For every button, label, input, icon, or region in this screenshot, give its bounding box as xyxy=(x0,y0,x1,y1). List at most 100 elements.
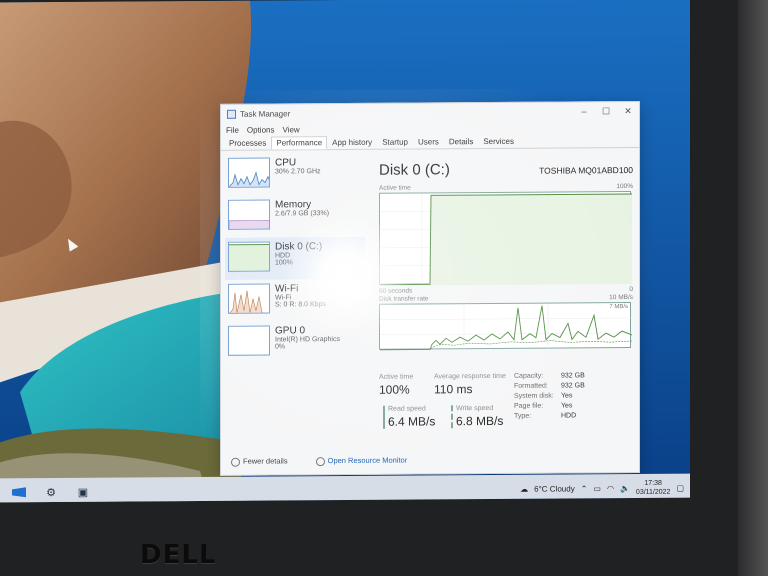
chevron-up-icon xyxy=(231,457,240,467)
active-time-graph-min: 0 xyxy=(629,285,633,294)
property-value: Yes xyxy=(561,402,573,410)
menu-view[interactable]: View xyxy=(282,125,299,134)
property-row: Formatted: 932 GB xyxy=(514,382,585,392)
disk-title: Disk 0 (C:) xyxy=(379,161,450,179)
property-key: System disk: xyxy=(514,392,554,400)
sidebar-memory-name: Memory xyxy=(275,199,312,211)
chevron-up-icon[interactable]: ⌃ xyxy=(581,484,588,493)
performance-sidebar: CPU 30% 2.70 GHz Memory 2.6/7.9 GB (33%) xyxy=(225,153,365,454)
property-value: Yes xyxy=(561,392,573,400)
response-time-label: Average response time xyxy=(434,372,506,381)
dell-logo: DELL xyxy=(140,540,217,570)
start-icon xyxy=(12,487,26,498)
transfer-rate-sub-label: 7 MB/s xyxy=(609,304,628,311)
tab-app-history[interactable]: App history xyxy=(327,136,377,149)
clock-date: 03/11/2022 xyxy=(635,488,671,496)
write-speed-label: Write speed xyxy=(456,404,494,413)
wifi-mini-graph xyxy=(228,283,270,314)
maximize-button[interactable]: ☐ xyxy=(595,106,617,117)
battery-icon[interactable]: ▭ xyxy=(593,484,601,493)
task-manager-icon xyxy=(227,109,236,119)
system-tray: ☁ 6°C Cloudy ⌃ ▭ ◠ 🔈 17:38 03/11/2022 ▢ xyxy=(520,479,690,498)
response-time-value: 110 ms xyxy=(434,382,473,397)
active-time-graph xyxy=(379,191,632,286)
active-time-value: 100% xyxy=(379,382,410,397)
sidebar-item-memory[interactable]: Memory 2.6/7.9 GB (33%) xyxy=(225,195,365,238)
disk-mini-graph xyxy=(228,241,270,272)
stat-read-speed: Read speed 6.4 MB/s xyxy=(383,405,436,429)
transfer-rate-graph-max: 10 MB/s xyxy=(609,293,633,302)
sidebar-item-cpu[interactable]: CPU 30% 2.70 GHz xyxy=(225,153,365,196)
stat-write-speed: Write speed 6.8 MB/s xyxy=(451,404,504,429)
property-row: Capacity: 932 GB xyxy=(514,372,585,382)
stat-response-time: Average response time 110 ms xyxy=(434,373,506,397)
fewer-details-label: Fewer details xyxy=(243,456,288,467)
cpu-mini-graph xyxy=(228,157,270,188)
stat-active-time: Active time 100% xyxy=(379,374,413,397)
property-key: Formatted: xyxy=(514,382,548,390)
active-time-graph-label: Active time xyxy=(379,184,411,192)
tab-processes[interactable]: Processes xyxy=(224,137,271,150)
window-title: Task Manager xyxy=(240,108,291,119)
transfer-rate-graph-label: Disk transfer rate xyxy=(379,295,429,303)
sidebar-disk-name: Disk 0 (C:) xyxy=(275,241,323,253)
disk-stats: Active time 100% Average response time 1… xyxy=(379,372,633,464)
property-row: Page file: Yes xyxy=(514,402,585,412)
sidebar-gpu-usage: 0% xyxy=(275,343,286,351)
disk-properties: Capacity: 932 GB Formatted: 932 GB Syste… xyxy=(514,372,585,422)
property-key: Type: xyxy=(514,412,532,420)
sidebar-disk-usage: 100% xyxy=(275,259,293,267)
active-time-duration: 60 seconds xyxy=(379,287,413,295)
taskbar: ⚙ ▣ ☁ 6°C Cloudy ⌃ ▭ ◠ 🔈 17:38 03/11/202… xyxy=(0,473,690,503)
tab-startup[interactable]: Startup xyxy=(377,136,413,149)
weather-text[interactable]: 6°C Cloudy xyxy=(534,484,575,493)
sidebar-gpu-name: GPU 0 xyxy=(275,325,306,337)
photo-scene: DELL Task Manager – ☐ ✕ File Options Vie… xyxy=(0,0,768,576)
volume-icon[interactable]: 🔈 xyxy=(620,484,630,493)
resource-monitor-icon xyxy=(315,457,325,467)
gpu-mini-graph xyxy=(228,325,270,356)
clock[interactable]: 17:38 03/11/2022 xyxy=(636,479,671,497)
tab-details[interactable]: Details xyxy=(444,135,478,148)
transfer-rate-graph: 7 MB/s xyxy=(379,302,632,351)
tab-users[interactable]: Users xyxy=(413,135,444,148)
task-manager-window: Task Manager – ☐ ✕ File Options View Pro… xyxy=(220,100,640,476)
clock-time: 17:38 xyxy=(644,479,662,487)
sidebar-wifi-name: Wi-Fi xyxy=(275,283,299,295)
close-button[interactable]: ✕ xyxy=(617,105,639,116)
cloud-icon: ☁ xyxy=(520,484,529,494)
memory-mini-graph xyxy=(228,199,270,230)
sidebar-gpu-detail: Intel(R) HD Graphics xyxy=(275,336,340,344)
start-button[interactable] xyxy=(10,484,28,500)
property-row: Type: HDD xyxy=(514,412,585,422)
menu-options[interactable]: Options xyxy=(247,125,275,134)
file-explorer-icon[interactable]: ▣ xyxy=(74,484,92,500)
minimize-button[interactable]: – xyxy=(573,106,595,117)
property-row: System disk: Yes xyxy=(514,392,585,402)
sidebar-cpu-name: CPU xyxy=(275,157,297,169)
sidebar-memory-detail: 2.6/7.9 GB (33%) xyxy=(275,210,330,218)
tab-bar: Processes Performance App history Startu… xyxy=(221,133,639,151)
menu-file[interactable]: File xyxy=(226,125,239,134)
sidebar-item-gpu[interactable]: GPU 0 Intel(R) HD Graphics 0% xyxy=(225,321,365,364)
property-value: HDD xyxy=(561,412,577,420)
settings-icon[interactable]: ⚙ xyxy=(42,484,60,500)
disk-detail-panel: Disk 0 (C:) TOSHIBA MQ01ABD100 Active ti… xyxy=(379,160,633,462)
fewer-details-button[interactable]: Fewer details xyxy=(231,457,288,467)
active-time-label: Active time xyxy=(379,373,414,381)
tab-performance[interactable]: Performance xyxy=(271,136,328,150)
sidebar-cpu-detail: 30% 2.70 GHz xyxy=(275,168,321,176)
open-resource-monitor-label: Open Resource Monitor xyxy=(327,456,408,466)
wifi-icon[interactable]: ◠ xyxy=(607,484,614,493)
window-footer: Fewer details Open Resource Monitor xyxy=(231,456,407,467)
sidebar-item-wifi[interactable]: Wi-Fi Wi-Fi S: 0 R: 8.0 Kbps xyxy=(225,279,365,322)
property-value: 932 GB xyxy=(561,372,585,380)
sidebar-item-disk[interactable]: Disk 0 (C:) HDD 100% xyxy=(225,236,365,280)
tab-services[interactable]: Services xyxy=(478,135,519,148)
open-resource-monitor-link[interactable]: Open Resource Monitor xyxy=(315,456,408,467)
sidebar-wifi-rate: S: 0 R: 8.0 Kbps xyxy=(275,301,326,309)
disk-model: TOSHIBA MQ01ABD100 xyxy=(539,164,633,176)
notification-icon[interactable]: ▢ xyxy=(676,483,684,492)
property-value: 932 GB xyxy=(561,382,585,390)
read-speed-value: 6.4 MB/s xyxy=(388,414,436,429)
